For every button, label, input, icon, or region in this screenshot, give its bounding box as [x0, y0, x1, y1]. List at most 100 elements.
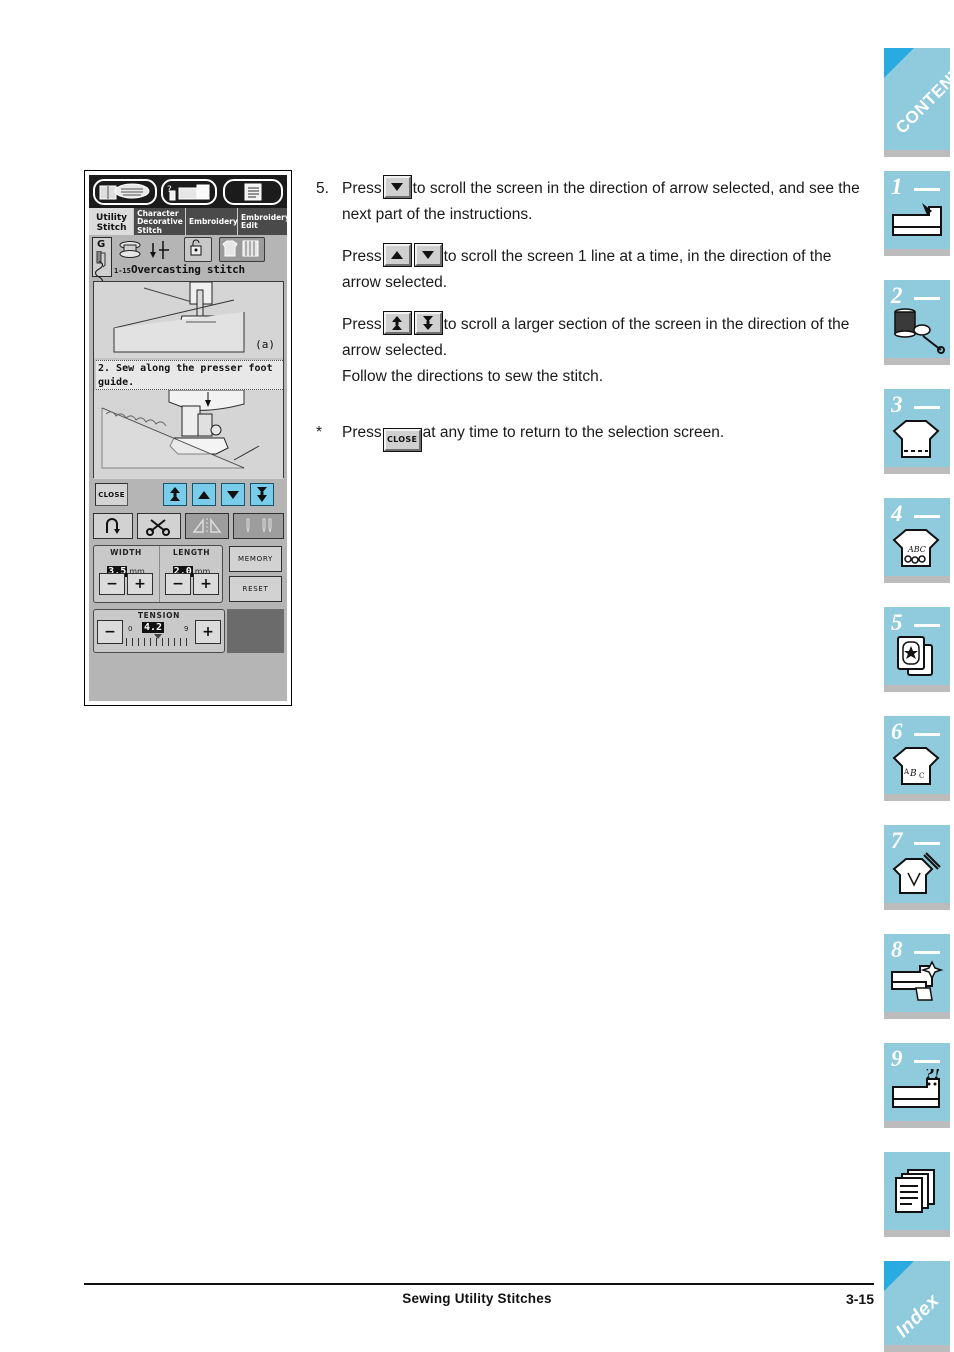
- appendix-tab[interactable]: [884, 1152, 950, 1230]
- tension-decrease-button[interactable]: −: [97, 620, 123, 644]
- bobbin-icon: [119, 241, 141, 258]
- lcd-tab-embroidery-edit[interactable]: Embroidery Edit: [238, 208, 290, 235]
- down-arrow-button-glyph-2[interactable]: [413, 243, 443, 267]
- tab-shadow-5: [884, 685, 950, 692]
- chapter-8-tab[interactable]: 8: [884, 934, 950, 1012]
- lcd-tab-utility-line1: Utility: [96, 212, 128, 223]
- length-control: LENGTH 2.0 mm − +: [159, 546, 223, 602]
- presser-foot-illustration-bottom: [94, 389, 283, 479]
- lcd-top-toolbar: ?: [89, 175, 287, 208]
- step-5-tail: to scroll the screen in the direction of…: [342, 180, 860, 223]
- scroll-page-down-button[interactable]: [250, 483, 274, 506]
- chevron-down-icon-2: [422, 251, 435, 259]
- lcd-close-button[interactable]: CLOSE: [95, 483, 128, 506]
- tab-shadow-11: [884, 1345, 950, 1352]
- tab-shadow-7: [884, 903, 950, 910]
- fabric-type-button[interactable]: [219, 237, 265, 262]
- callout-label-a: (a): [255, 338, 275, 351]
- machine-help-icon[interactable]: ?: [160, 178, 218, 205]
- chapter-3-number: 3: [891, 392, 903, 417]
- chapter-6-number: 6: [891, 719, 903, 744]
- svg-text:ABC: ABC: [907, 545, 926, 554]
- footer-title: Sewing Utility Stitches: [402, 1291, 552, 1306]
- lcd-stitch-info-row: G 1-15 Overcasting stitch: [89, 235, 287, 286]
- chapter-7-tab[interactable]: 7: [884, 825, 950, 903]
- machine-question-icon: ?!: [892, 1069, 940, 1108]
- scroll-line-up-button[interactable]: [192, 483, 216, 506]
- manual-book-icon[interactable]: [93, 178, 157, 205]
- needle-mode-button[interactable]: [233, 513, 284, 539]
- index-corner-icon: [884, 1261, 914, 1291]
- width-length-group: WIDTH 3.5 mm − + LENGTH 2.0 mm − +: [93, 545, 223, 603]
- length-increase-button[interactable]: +: [193, 573, 219, 595]
- tension-pointer-icon: [154, 634, 162, 639]
- thread-cutter-button[interactable]: [137, 513, 181, 539]
- documents-icon: [895, 1169, 935, 1213]
- lcd-instruction-viewport: 2. Sew along the presser foot guide. (a): [93, 281, 284, 479]
- chapter-3-tab[interactable]: 3: [884, 389, 950, 467]
- lock-stitch-button[interactable]: [184, 237, 212, 262]
- lcd-tab-character-decorative-stitch[interactable]: Character Decorative Stitch: [134, 208, 186, 235]
- chapter-8-dash: [914, 951, 940, 954]
- chapter-3-dash: [914, 406, 940, 409]
- memory-button[interactable]: MEMORY: [229, 546, 282, 572]
- shirt-stitch-icon: [892, 420, 940, 458]
- lcd-parameter-row: WIDTH 3.5 mm − + LENGTH 2.0 mm − + MEMORY: [93, 545, 284, 605]
- note-close-text: Press CLOSE at any time to return to the s…: [342, 420, 861, 452]
- reverse-stitch-button[interactable]: [93, 513, 133, 539]
- step-5: 5. Press to scroll the screen in the dire…: [316, 175, 861, 228]
- para2-lead: Press: [342, 248, 382, 265]
- lcd-function-row: [93, 513, 284, 541]
- chapter-1-tab[interactable]: 1: [884, 171, 950, 249]
- note-marker: *: [316, 424, 323, 441]
- scroll-page-up-button[interactable]: [163, 483, 187, 506]
- chapter-2-tab[interactable]: 2: [884, 280, 950, 358]
- chapter-5-tab[interactable]: 5: [884, 607, 950, 685]
- note-tail: at any time to return to the selection s…: [422, 424, 725, 441]
- page-up-button-glyph[interactable]: [382, 311, 412, 335]
- down-arrow-button-glyph[interactable]: [382, 175, 412, 199]
- mirror-image-button[interactable]: [185, 513, 229, 539]
- shirt-letters-icon: B A C: [892, 747, 940, 785]
- length-decrease-button[interactable]: −: [165, 573, 191, 595]
- paragraph-follow-directions: Follow the directions to sew the stitch.: [316, 364, 861, 390]
- lcd-tab-utility-line2: Stitch: [96, 222, 127, 233]
- up-arrow-button-glyph[interactable]: [382, 243, 412, 267]
- svg-text:?!: ?!: [925, 1069, 940, 1083]
- lcd-tab-utility-stitch[interactable]: Utility Stitch: [89, 208, 135, 235]
- step-5-number: 5.: [316, 180, 329, 197]
- svg-text:B: B: [909, 769, 917, 779]
- lcd-screen: ? Utility Stitch Character Decorative St…: [89, 175, 290, 701]
- chapter-4-tab[interactable]: 4 ABC: [884, 498, 950, 576]
- chapter-6-tab[interactable]: 6 B A C: [884, 716, 950, 794]
- contents-tab[interactable]: CONTENTS: [884, 48, 950, 150]
- instruction-content: 5. Press to scroll the screen in the dire…: [316, 175, 861, 452]
- presser-foot-letter: G: [97, 239, 106, 250]
- lcd-tab-embroidery[interactable]: Embroidery: [186, 208, 238, 235]
- lcd-tab-bar: Utility Stitch Character Decorative Stit…: [89, 208, 290, 235]
- scroll-line-down-button[interactable]: [221, 483, 245, 506]
- length-label: LENGTH: [172, 548, 211, 557]
- contents-corner-icon: [884, 48, 914, 78]
- tension-min-label: 0: [128, 625, 133, 633]
- lcd-scroll-controls: CLOSE: [93, 481, 284, 509]
- tension-label: TENSION: [137, 611, 181, 620]
- paragraph-follow-directions-text: Follow the directions to sew the stitch.: [342, 368, 604, 385]
- width-decrease-button[interactable]: −: [99, 573, 125, 595]
- settings-list-icon[interactable]: [223, 178, 283, 205]
- chapter-navigation-sidebar: CONTENTS 1 2 3 4 ABC 5 6 B A C 7 8 9 ?! …: [884, 48, 954, 1352]
- chapter-9-tab[interactable]: 9 ?!: [884, 1043, 950, 1121]
- page-down-button-glyph[interactable]: [413, 311, 443, 335]
- svg-text:A: A: [903, 768, 910, 776]
- reset-button[interactable]: RESET: [229, 576, 282, 602]
- stitch-number: 1-15: [114, 267, 131, 275]
- close-button-glyph[interactable]: CLOSE: [382, 428, 422, 452]
- tab-shadow-0: [884, 150, 950, 157]
- tension-increase-button[interactable]: +: [195, 620, 221, 644]
- lcd-instruction-text: 2. Sew along the presser foot guide.: [96, 360, 283, 390]
- note-close: * Press CLOSE at any time to return to the…: [316, 420, 861, 452]
- width-increase-button[interactable]: +: [127, 573, 153, 595]
